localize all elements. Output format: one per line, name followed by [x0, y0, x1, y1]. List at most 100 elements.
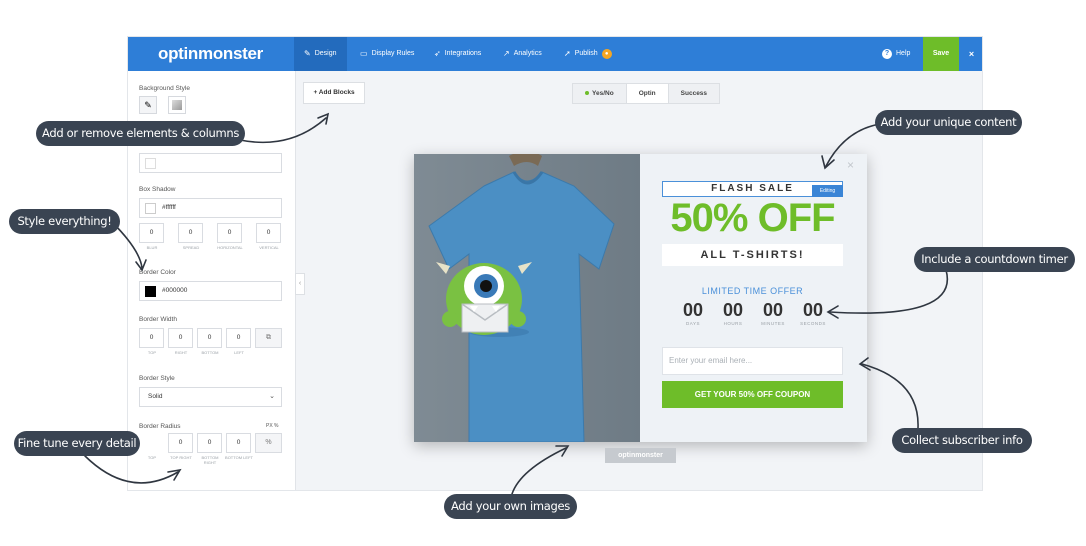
- border-radius-top-right-input[interactable]: 0: [168, 433, 193, 453]
- border-width-left-label: LEFT: [234, 350, 244, 355]
- nav-publish-label: Publish: [574, 50, 598, 57]
- help-icon: ?: [882, 49, 892, 59]
- nav-design[interactable]: ✎ Design: [294, 37, 347, 71]
- border-width-label: Border Width: [139, 316, 177, 323]
- radius-top-label: TOP: [147, 455, 157, 460]
- box-shadow-swatch: [145, 203, 156, 214]
- callout-style: Style everything!: [9, 209, 120, 234]
- border-color-field[interactable]: #000000: [139, 281, 282, 301]
- save-button[interactable]: Save: [923, 37, 959, 71]
- pencil-icon: ✎: [304, 49, 311, 58]
- brush-icon[interactable]: ✎: [139, 96, 157, 114]
- radius-bottom-left-label: BOTTOM LEFT: [225, 455, 253, 460]
- get-coupon-button[interactable]: GET YOUR 50% OFF COUPON: [662, 381, 843, 408]
- gradient-style-option[interactable]: [168, 96, 186, 114]
- help-label: Help: [896, 50, 911, 57]
- status-dot-icon: [585, 91, 589, 96]
- collapse-sidebar-icon[interactable]: ‹: [295, 273, 305, 295]
- headline[interactable]: 50% OFF: [662, 196, 843, 241]
- border-style-select[interactable]: Solid ⌄: [139, 387, 282, 407]
- nav-display-rules-label: Display Rules: [371, 50, 415, 57]
- countdown-minutes-label: MINUTES: [761, 321, 785, 326]
- countdown-minutes-value: 00: [762, 300, 784, 320]
- link-radius-icon[interactable]: %: [255, 433, 282, 453]
- view-tabs: Yes/No Optin Success: [572, 83, 721, 104]
- countdown-hours-value: 00: [722, 300, 744, 320]
- gradient-icon: [172, 100, 182, 110]
- powered-by-badge[interactable]: optinmonster: [605, 448, 676, 463]
- tab-yes-no[interactable]: Yes/No: [573, 84, 626, 103]
- border-width-bottom-label: BOTTOM: [201, 350, 219, 355]
- nav-publish[interactable]: ➚ Publish ●: [564, 37, 612, 71]
- popup-close-icon[interactable]: ×: [847, 158, 854, 172]
- chevron-down-icon: ⌄: [269, 393, 275, 400]
- rocket-icon: ➚: [564, 49, 571, 58]
- radius-top-right-label: TOP RIGHT: [170, 455, 192, 460]
- shadow-spread-label: SPREAD: [182, 245, 200, 250]
- box-shadow-color-value: #ffffff: [162, 204, 176, 211]
- callout-countdown: Include a countdown timer: [914, 247, 1075, 272]
- box-shadow-color-field[interactable]: #ffffff: [139, 198, 282, 218]
- callout-subscriber: Collect subscriber info: [892, 428, 1032, 453]
- editor-window: optinmonster ✎ Design ▭ Display Rules ➶ …: [127, 36, 983, 491]
- border-radius-bottom-right-input[interactable]: 0: [197, 433, 222, 453]
- limited-time-offer[interactable]: LIMITED TIME OFFER: [662, 286, 843, 296]
- monitor-icon: ▭: [360, 49, 368, 58]
- radius-bottom-right-label: BOTTOM RIGHT: [201, 455, 219, 465]
- shadow-spread-input[interactable]: 0: [178, 223, 203, 243]
- background-swatch: [145, 158, 156, 169]
- publish-badge: ●: [601, 49, 612, 59]
- close-button[interactable]: ×: [959, 37, 982, 71]
- tshirt-illustration: [428, 154, 615, 442]
- shadow-horizontal-label: HORIZONTAL: [217, 245, 243, 250]
- callout-add-remove: Add or remove elements & columns: [36, 121, 245, 146]
- shadow-horizontal-input[interactable]: 0: [217, 223, 242, 243]
- nav-analytics[interactable]: ↗ Analytics: [503, 37, 542, 71]
- background-style-label: Background Style: [139, 85, 190, 92]
- border-radius-label: Border Radius: [139, 423, 181, 430]
- border-color-label: Border Color: [139, 269, 176, 276]
- shadow-blur-label: BLUR: [146, 245, 158, 250]
- border-width-bottom-input[interactable]: 0: [197, 328, 222, 348]
- plane-icon: ➶: [434, 49, 441, 58]
- nav-display-rules[interactable]: ▭ Display Rules: [360, 37, 414, 71]
- border-color-value: #000000: [162, 287, 188, 294]
- background-color-field[interactable]: [139, 153, 282, 173]
- add-blocks-button[interactable]: + Add Blocks: [303, 82, 365, 104]
- border-width-right-input[interactable]: 0: [168, 328, 193, 348]
- countdown-days-label: DAYS: [686, 321, 700, 326]
- nav-integrations-label: Integrations: [444, 50, 482, 57]
- link-values-icon[interactable]: ⧉: [255, 328, 282, 348]
- border-color-swatch: [145, 286, 156, 297]
- box-shadow-label: Box Shadow: [139, 186, 176, 193]
- border-width-top-input[interactable]: 0: [139, 328, 164, 348]
- tab-optin[interactable]: Optin: [625, 84, 669, 103]
- nav-design-label: Design: [314, 50, 337, 57]
- border-radius-unit[interactable]: PX %: [266, 423, 279, 429]
- optinmonster-logo: optinmonster: [157, 44, 263, 63]
- countdown-hours: 00 HOURS: [713, 300, 753, 326]
- top-nav-bar: optinmonster ✎ Design ▭ Display Rules ➶ …: [128, 37, 982, 71]
- tab-yes-no-label: Yes/No: [592, 90, 614, 97]
- border-width-left-input[interactable]: 0: [226, 328, 251, 348]
- shadow-vertical-label: VERTICAL: [259, 245, 279, 250]
- border-width-right-label: RIGHT: [174, 350, 188, 355]
- subheadline[interactable]: ALL T-SHIRTS!: [662, 244, 843, 266]
- border-style-label: Border Style: [139, 375, 175, 382]
- nav-integrations[interactable]: ➶ Integrations: [434, 37, 481, 71]
- tshirt-image[interactable]: [414, 154, 640, 442]
- countdown-seconds-value: 00: [802, 300, 824, 320]
- nav-analytics-label: Analytics: [513, 50, 542, 57]
- callout-unique-content: Add your unique content: [875, 110, 1022, 135]
- callout-fine-tune: Fine tune every detail: [14, 431, 140, 456]
- shadow-blur-input[interactable]: 0: [139, 223, 164, 243]
- chart-icon: ↗: [503, 49, 510, 58]
- countdown-minutes: 00 MINUTES: [753, 300, 793, 326]
- shadow-vertical-input[interactable]: 0: [256, 223, 281, 243]
- countdown-hours-label: HOURS: [723, 321, 743, 326]
- border-radius-bottom-left-input[interactable]: 0: [226, 433, 251, 453]
- tab-success[interactable]: Success: [669, 84, 719, 103]
- help-link[interactable]: ? Help: [882, 37, 910, 71]
- border-width-top-label: TOP: [147, 350, 157, 355]
- email-input[interactable]: Enter your email here...: [662, 347, 843, 375]
